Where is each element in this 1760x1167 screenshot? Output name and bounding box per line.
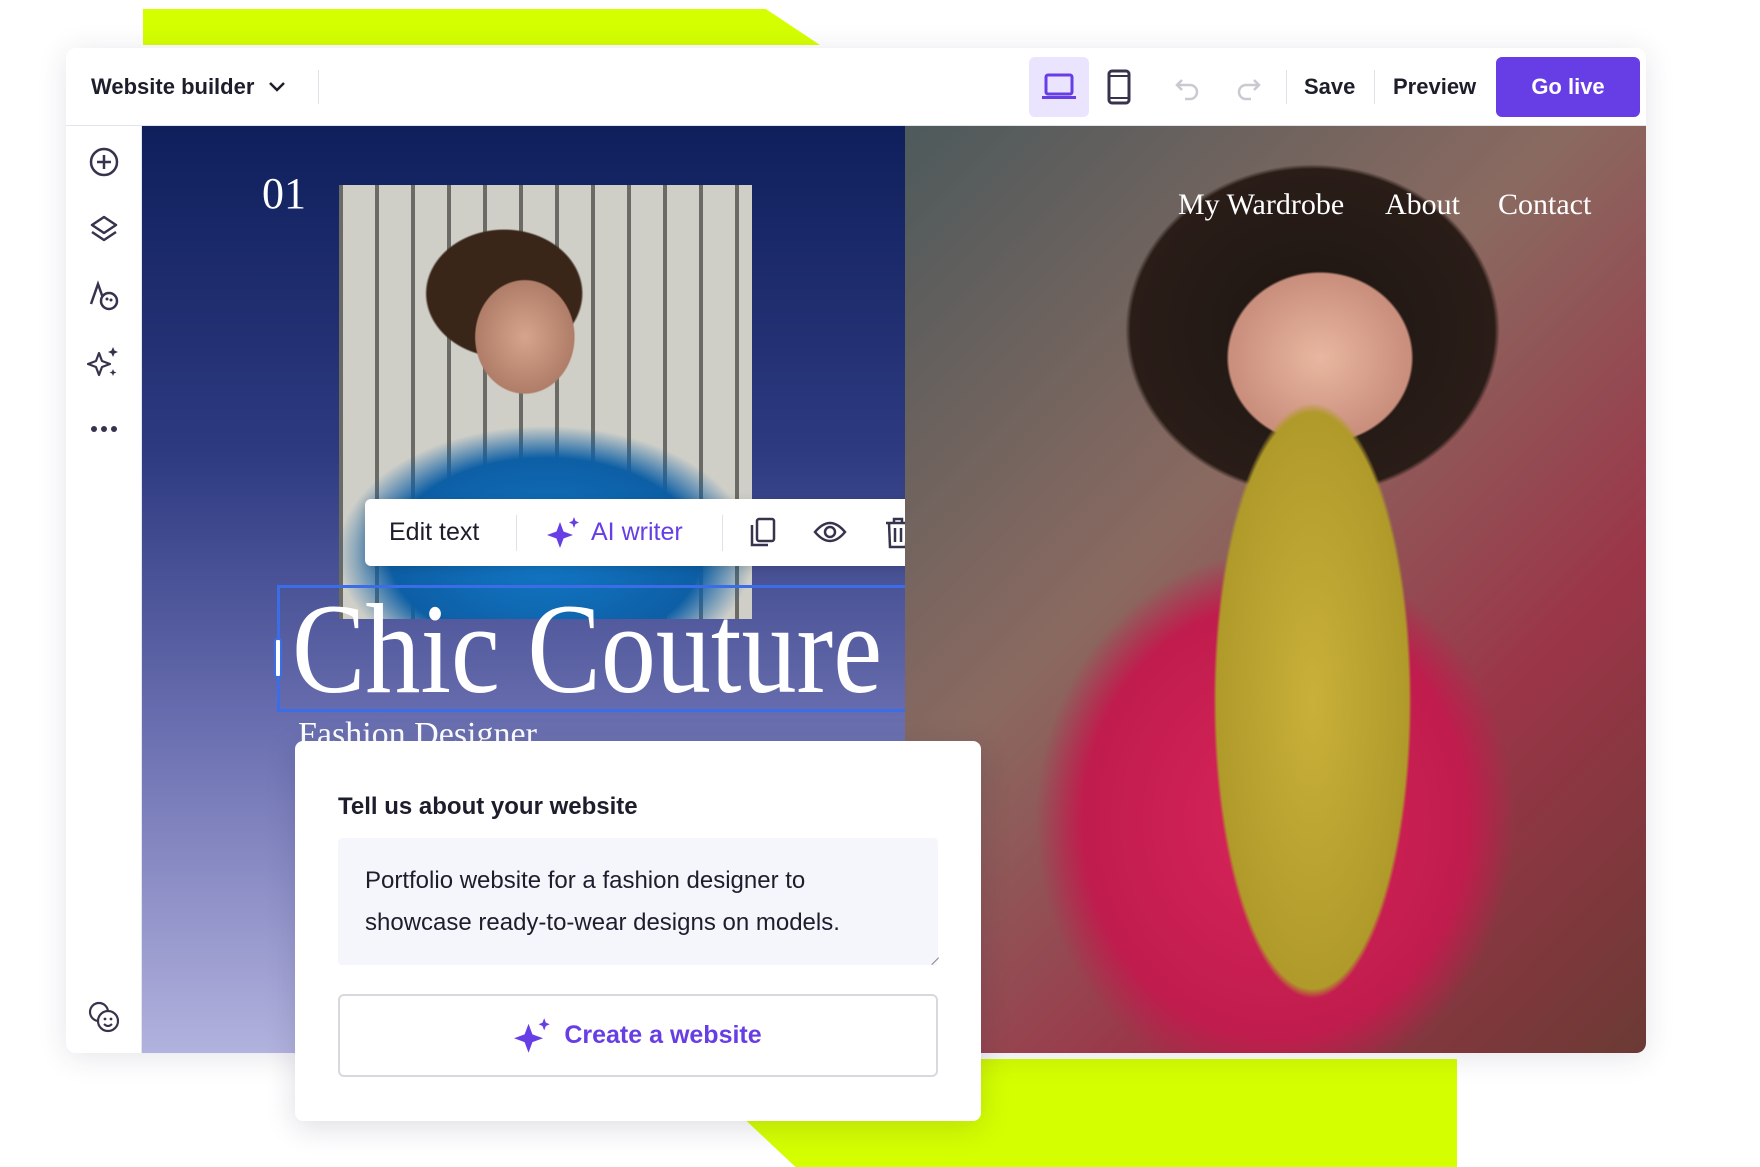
add-element-button[interactable] [86,144,122,180]
create-website-label: Create a website [564,1021,762,1049]
left-sidebar [66,126,142,1053]
layers-icon [90,215,118,242]
text-edit-toolbar: Edit text AI writer [365,499,947,566]
layers-button[interactable] [86,211,122,247]
divider [722,515,723,551]
divider [1286,70,1287,104]
ai-writer-button[interactable]: AI writer [547,516,683,550]
text-selection-box [274,585,950,712]
sparkle-icon [514,1017,551,1053]
hero-model-photo[interactable]: My Wardrobe About Contact [905,126,1646,1053]
top-toolbar: Website builder Save Preview Go live [66,48,1646,126]
chevron-down-icon [269,82,286,92]
nav-link-about[interactable]: About [1385,188,1460,222]
styles-icon [89,280,119,311]
eye-icon[interactable] [813,519,847,545]
create-website-button[interactable]: Create a website [338,994,938,1077]
undo-icon[interactable] [1174,74,1202,102]
mobile-icon [1107,69,1131,105]
resize-handle-left[interactable] [274,638,282,678]
laptop-icon [1042,73,1076,99]
save-button[interactable]: Save [1304,74,1355,100]
website-description-textarea[interactable]: Portfolio website for a fashion designer… [338,838,938,965]
app-title: Website builder [91,74,255,99]
ai-tools-button[interactable] [86,344,122,380]
ai-writer-label: AI writer [591,518,683,546]
desktop-view-button[interactable] [1029,57,1089,117]
nav-link-contact[interactable]: Contact [1498,188,1591,222]
help-button[interactable] [86,999,122,1035]
more-button[interactable] [86,411,122,447]
styles-button[interactable] [86,278,122,314]
card-heading: Tell us about your website [338,793,638,820]
decorative-green-stripe-top [143,9,820,45]
divider [516,515,517,551]
divider [1374,70,1375,104]
divider [318,70,319,104]
edit-text-label: Edit text [389,518,480,546]
add-icon [89,147,119,177]
help-faces-icon [88,1001,120,1033]
ai-website-generator-card: Tell us about your website Portfolio web… [295,741,981,1121]
mobile-view-button[interactable] [1089,57,1149,117]
nav-link-my-wardrobe[interactable]: My Wardrobe [1178,188,1344,222]
duplicate-icon[interactable] [749,517,777,549]
edit-text-button[interactable]: Edit text [389,518,479,547]
go-live-button[interactable]: Go live [1496,57,1640,117]
more-icon [91,426,117,432]
section-number: 01 [262,169,306,218]
app-title-dropdown[interactable]: Website builder [91,74,286,100]
sparkle-icon [547,516,579,548]
preview-button[interactable]: Preview [1393,74,1476,100]
ai-sparkle-icon [87,347,118,377]
redo-icon[interactable] [1234,74,1262,102]
